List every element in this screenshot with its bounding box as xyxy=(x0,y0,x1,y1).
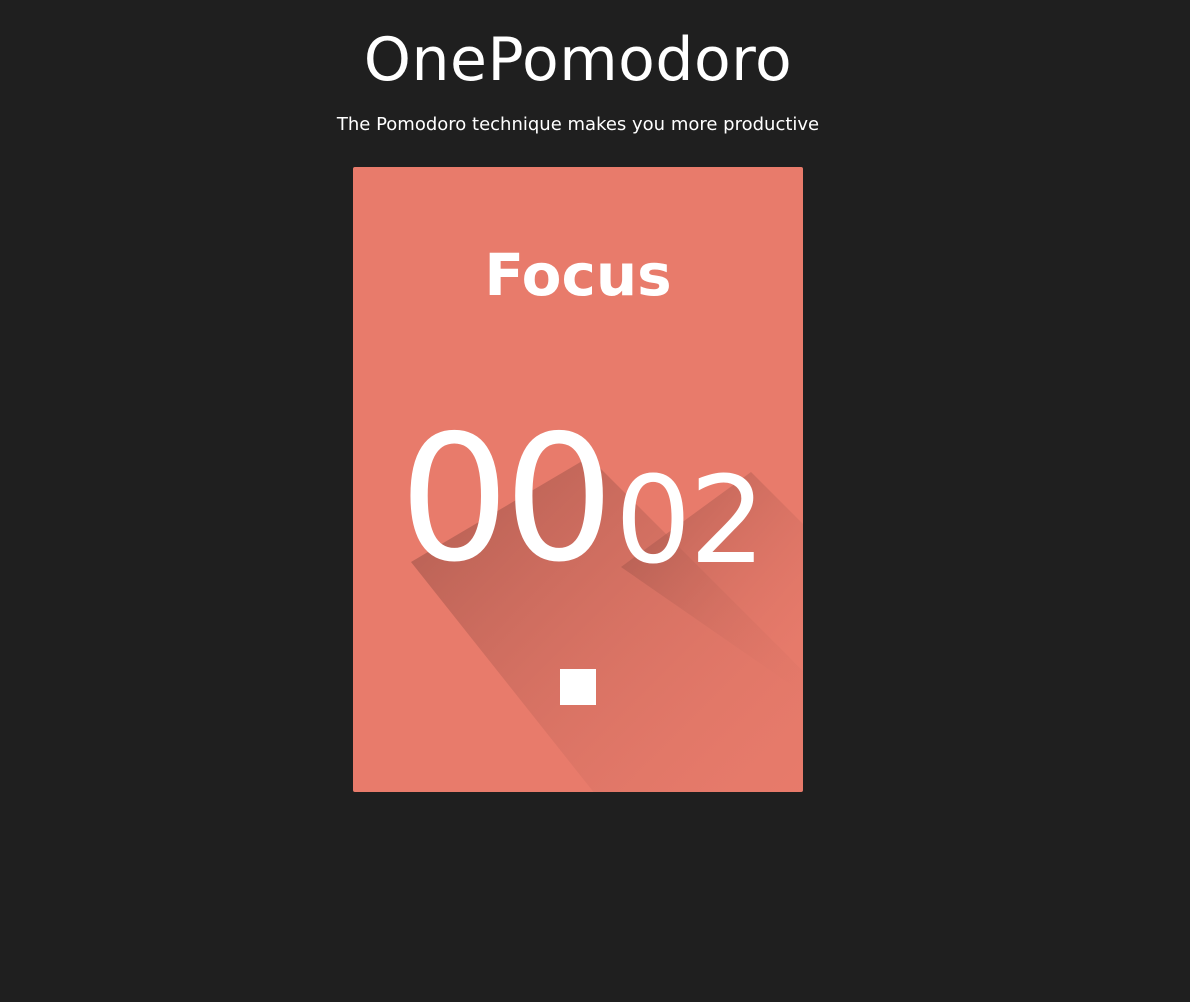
mode-label: Focus xyxy=(484,241,672,309)
timer-seconds: 02 xyxy=(615,452,766,591)
app-title: OnePomodoro xyxy=(363,25,793,95)
app-window: OnePomodoro The Pomodoro technique makes… xyxy=(0,0,1190,1002)
stop-icon xyxy=(560,669,596,705)
app-subtitle: The Pomodoro technique makes you more pr… xyxy=(336,114,820,135)
timer-minutes: 00 xyxy=(399,398,614,601)
timer-card: Focus 00 02 xyxy=(353,167,803,792)
stop-button[interactable] xyxy=(560,669,596,705)
